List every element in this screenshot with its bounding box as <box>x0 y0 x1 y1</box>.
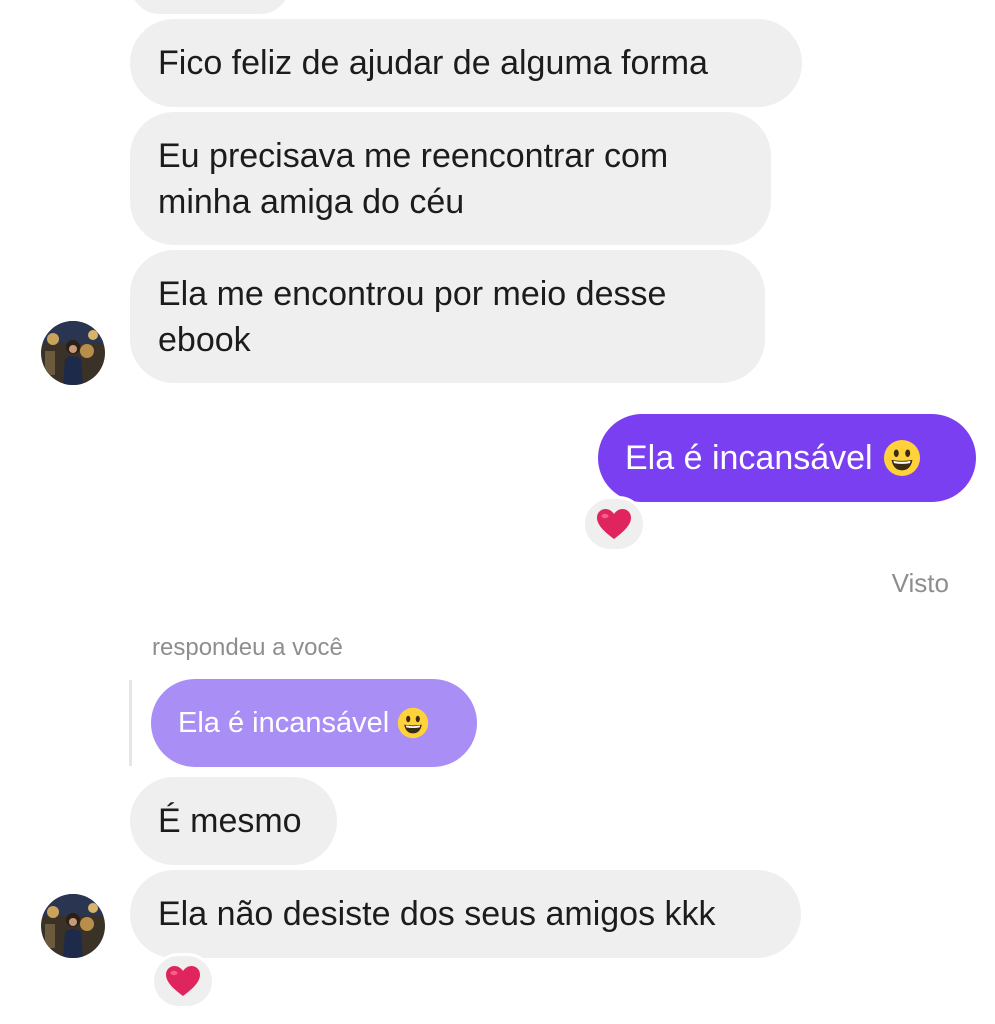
message-reaction[interactable] <box>151 953 215 1009</box>
reply-indicator-bar <box>129 680 132 766</box>
grinning-face-icon <box>397 707 429 739</box>
quoted-message[interactable]: Ela é incansável <box>151 679 477 767</box>
message-text: É mesmo <box>158 802 302 840</box>
incoming-message-bubble[interactable]: Ela não desiste dos seus amigos kkk <box>130 870 801 958</box>
message-text-line: ebook <box>158 320 251 359</box>
avatar[interactable] <box>41 894 105 958</box>
message-text: Fico feliz de ajudar de alguma forma <box>158 44 708 82</box>
previous-message-bubble[interactable] <box>130 0 290 14</box>
heart-icon <box>166 966 200 996</box>
seen-status: Visto <box>891 568 949 598</box>
grinning-face-icon <box>883 439 920 477</box>
message-reaction[interactable] <box>582 496 646 552</box>
incoming-message-bubble[interactable]: Ela me encontrou por meio desse ebook <box>130 250 765 383</box>
incoming-message-bubble[interactable]: Eu precisava me reencontrar com minha am… <box>130 112 771 245</box>
quoted-message-text: Ela é incansável <box>178 706 390 739</box>
message-text-line: Eu precisava me reencontrar com <box>158 136 669 175</box>
heart-icon <box>597 509 631 539</box>
outgoing-message-bubble[interactable]: Ela é incansável <box>598 414 976 502</box>
message-text: Ela não desiste dos seus amigos kkk <box>158 895 716 933</box>
reply-context-label: respondeu a você <box>152 634 343 661</box>
avatar[interactable] <box>41 321 105 385</box>
message-text-line: minha amiga do céu <box>158 182 465 221</box>
message-text: Ela é incansável <box>625 438 873 477</box>
incoming-message-bubble[interactable]: Fico feliz de ajudar de alguma forma <box>130 19 802 107</box>
message-text-line: Ela me encontrou por meio desse <box>158 274 667 313</box>
incoming-message-bubble[interactable]: É mesmo <box>130 777 337 865</box>
